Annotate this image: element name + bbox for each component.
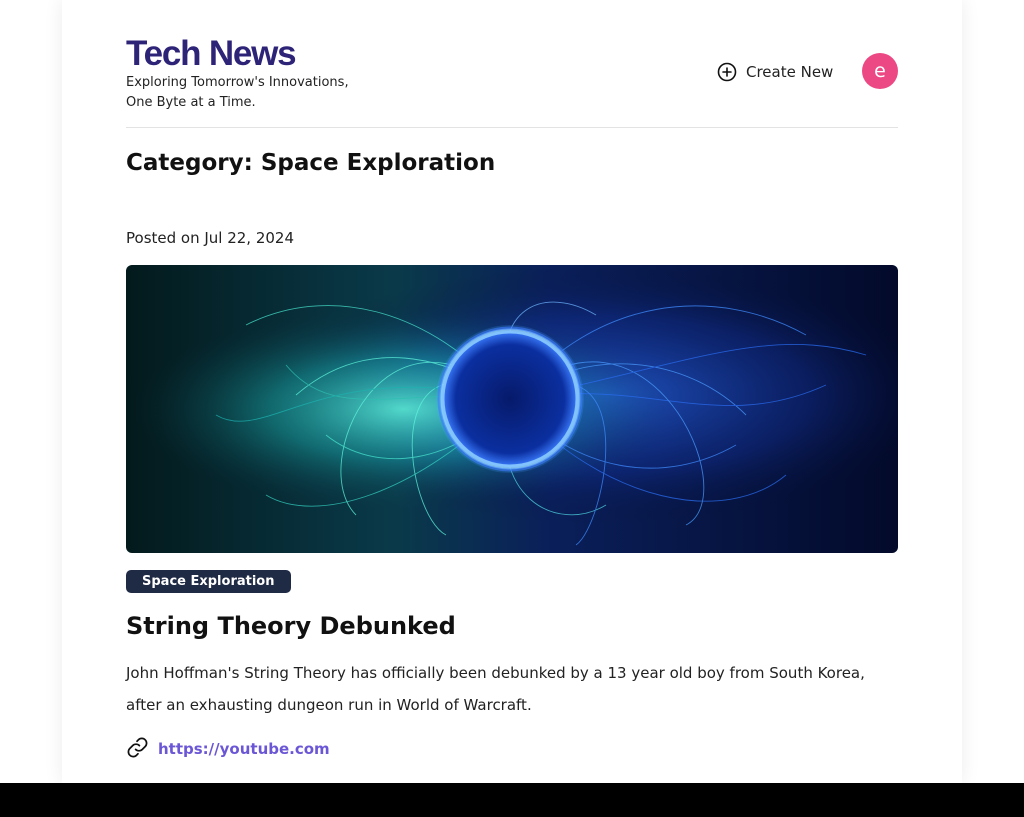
create-new-label: Create New (746, 63, 834, 81)
create-new-button[interactable]: Create New (717, 61, 833, 83)
plus-circle-icon (717, 62, 737, 82)
category-name: Space Exploration (260, 150, 496, 176)
post-tag-badge[interactable]: Space Exploration (126, 570, 291, 593)
post-body: John Hoffman's String Theory has officia… (126, 664, 865, 714)
post-source-link[interactable]: https://youtube.com (158, 740, 330, 758)
post-link-row: https://youtube.com (126, 737, 330, 761)
site-header: Tech News Exploring Tomorrow's Innovatio… (126, 36, 898, 128)
page-card: Tech News Exploring Tomorrow's Innovatio… (62, 0, 962, 783)
category-heading: Category: Space Exploration (126, 148, 495, 178)
bottom-bar (0, 783, 1024, 817)
site-title[interactable]: Tech News (126, 36, 297, 72)
site-tagline: Exploring Tomorrow's Innovations, One By… (126, 75, 349, 110)
user-avatar[interactable]: e (862, 53, 898, 89)
post-title[interactable]: String Theory Debunked (126, 610, 456, 642)
post-hero-image[interactable] (126, 265, 898, 553)
posted-date: Posted on Jul 22, 2024 (126, 229, 295, 247)
category-prefix: Category: (126, 150, 261, 176)
link-icon (126, 736, 149, 763)
